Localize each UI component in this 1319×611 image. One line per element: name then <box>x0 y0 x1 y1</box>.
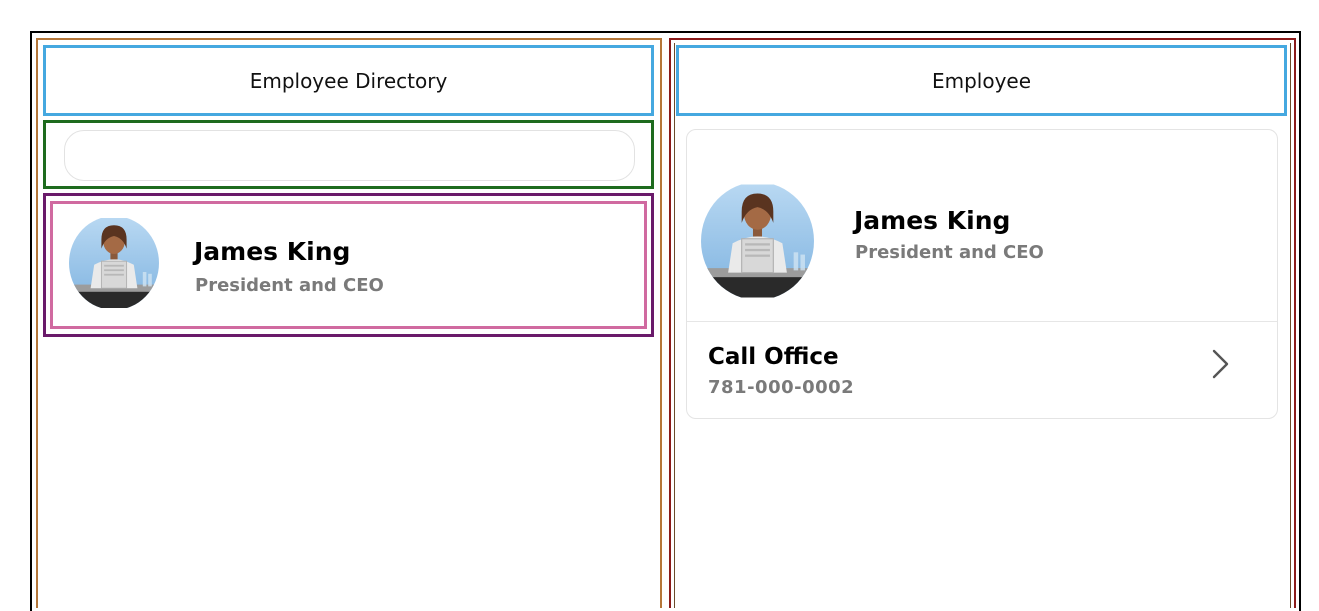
person-avatar-image <box>701 184 814 298</box>
person-avatar-image <box>69 218 159 308</box>
employee-list: James King President and CEO <box>43 193 654 337</box>
employee-name: James King <box>194 237 351 266</box>
call-office-row[interactable]: Call Office 781-000-0002 <box>687 322 1277 419</box>
employee-header-title: Employee <box>931 68 1032 93</box>
search-input[interactable] <box>64 130 635 181</box>
search-container <box>43 120 654 189</box>
directory-header: Employee Directory <box>43 45 654 116</box>
employee-list-item[interactable]: James King President and CEO <box>50 201 647 329</box>
office-phone-number: 781-000-0002 <box>708 377 855 398</box>
directory-header-title: Employee Directory <box>249 68 448 93</box>
person-avatar <box>701 182 814 300</box>
employee-header: Employee <box>676 45 1287 116</box>
chevron-right-icon <box>1212 349 1229 379</box>
person-avatar <box>69 216 159 310</box>
employee-title: President and CEO <box>195 275 384 296</box>
employee-detail-name: James King <box>854 206 1011 235</box>
employee-detail-title: President and CEO <box>855 242 1044 263</box>
call-office-label: Call Office <box>708 344 839 370</box>
employee-detail-card: James King President and CEO Call Office… <box>686 129 1278 419</box>
